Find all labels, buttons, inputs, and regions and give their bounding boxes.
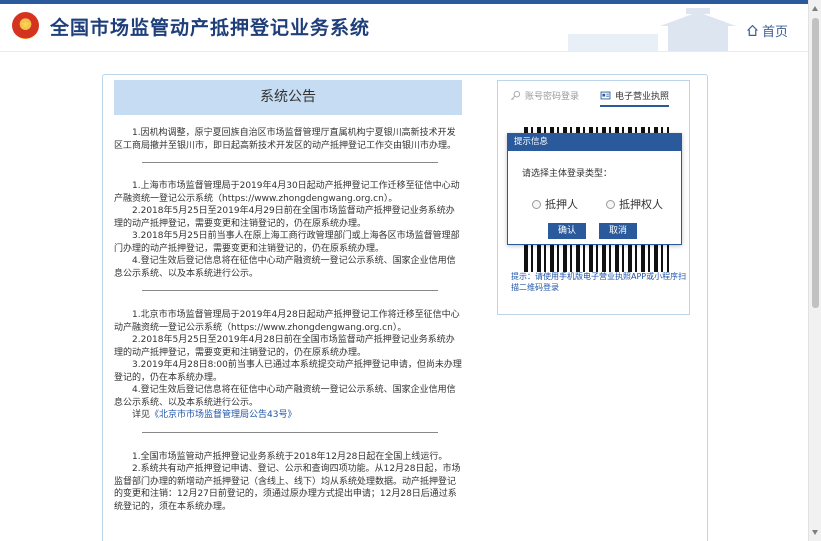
- notice-block-3: 1.北京市市场监督管理局于2019年4月28日起动产抵押登记工作将迁移至征信中心…: [114, 309, 462, 422]
- app-title: 全国市场监管动产抵押登记业务系统: [50, 17, 371, 39]
- tab-license-label: 电子营业执照: [615, 92, 670, 102]
- notice-paragraph: 1.北京市市场监督管理局于2019年4月28日起动产抵押登记工作将迁移至征信中心…: [114, 310, 460, 333]
- notice-divider: [142, 162, 438, 163]
- beijing-announcement-link[interactable]: 《北京市市场监督管理局公告43号》: [150, 410, 296, 420]
- login-type-dialog: 提示信息 请选择主体登录类型： 抵押人 抵押权人 确认 取消: [507, 133, 682, 245]
- tab-electronic-license[interactable]: 电子营业执照: [600, 89, 670, 107]
- notice-paragraph: 1.上海市市场监督管理局于2019年4月30日起动产抵押登记工作迁移至征信中心动…: [114, 181, 460, 204]
- tab-account-label: 账号密码登录: [525, 92, 580, 102]
- notice-paragraph: 详见《北京市市场监督管理局公告43号》: [114, 409, 462, 422]
- scroll-up-icon[interactable]: [812, 6, 818, 11]
- radio-circle-icon[interactable]: [532, 199, 541, 209]
- login-tabs: 账号密码登录 电子营业执照: [498, 81, 691, 111]
- notice-paragraph: 2.2018年5月25日至2019年4月29日前在全国市场监督动产抵押登记业务系…: [114, 206, 455, 229]
- scroll-down-icon[interactable]: [812, 530, 818, 535]
- radio-circle-icon[interactable]: [606, 199, 615, 209]
- notice-paragraph: 3.2018年5月25日前当事人在原上海工商行政管理部门或上海各区市场监督管理部…: [114, 231, 460, 254]
- login-hint: 提示：请使用手机版电子营业执照APP或小程序扫描二维码登录: [511, 272, 687, 292]
- notice-heading: 系统公告: [114, 80, 462, 115]
- notice-divider: [142, 431, 438, 433]
- see-details-text: 详见: [132, 410, 151, 420]
- scrollbar-thumb[interactable]: [812, 18, 819, 308]
- notice-paragraph: 4.登记生效后登记信息将在征信中心动产融资统一登记公示系统、国家企业信用信息公示…: [114, 256, 456, 279]
- notice-paragraph: 4.登记生效后登记信息将在征信中心动产融资统一登记公示系统、国家企业信用信息公示…: [114, 385, 456, 408]
- notice-block-1: 1.因机构调整，原宁夏回族自治区市场监督管理厅直属机构宁夏银川高新技术开发区工商…: [114, 127, 462, 152]
- home-label: 首页: [761, 25, 788, 40]
- radio-mortgagee[interactable]: 抵押权人: [606, 196, 663, 212]
- dialog-prompt: 请选择主体登录类型：: [522, 169, 613, 179]
- page-scrollbar[interactable]: [808, 0, 821, 541]
- license-card-icon: [600, 91, 611, 100]
- notice-paragraph: 1.全国市场监管动产抵押登记业务系统于2018年12月28日起在全国上线运行。: [132, 451, 448, 462]
- notice-divider: [142, 290, 438, 291]
- national-emblem-icon: [12, 12, 39, 39]
- home-link[interactable]: 首页: [746, 21, 788, 40]
- radio-mortgagee-label: 抵押权人: [619, 198, 663, 211]
- home-icon: [747, 24, 758, 36]
- header-top-line: [0, 0, 808, 4]
- site-header: 全国市场监管动产抵押登记业务系统 首页: [0, 0, 808, 52]
- notice-block-4: 1.全国市场监管动产抵押登记业务系统于2018年12月28日起在全国上线运行。 …: [114, 451, 462, 514]
- system-notice[interactable]: 系统公告 1.因机构调整，原宁夏回族自治区市场监督管理厅直属机构宁夏银川高新技术…: [112, 80, 464, 541]
- notice-paragraph: 2.2018年5月25日至2019年4月28日前在全国市场监督动产抵押登记业务系…: [114, 335, 455, 358]
- cancel-button[interactable]: 取消: [599, 223, 637, 239]
- confirm-button[interactable]: 确认: [548, 223, 586, 239]
- notice-block-2: 1.上海市市场监督管理局于2019年4月30日起动产抵押登记工作迁移至征信中心动…: [114, 180, 462, 280]
- notice-paragraph: 3.2019年4月28日8:00前当事人已通过本系统提交动产抵押登记申请，但尚未…: [114, 360, 462, 383]
- radio-mortgagor[interactable]: 抵押人: [532, 196, 578, 212]
- radio-mortgagor-label: 抵押人: [545, 198, 578, 211]
- key-icon: [511, 90, 521, 100]
- skyline-decoration: [568, 8, 736, 51]
- dialog-title: 提示信息: [508, 134, 681, 151]
- notice-paragraph: 1.因机构调整，原宁夏回族自治区市场监督管理厅直属机构宁夏银川高新技术开发区工商…: [114, 128, 457, 151]
- notice-paragraph: 2.系统共有动产抵押登记申请、登记、公示和查询四项功能。从12月28日起，市场监…: [114, 464, 461, 512]
- tab-account-password[interactable]: 账号密码登录: [510, 89, 579, 102]
